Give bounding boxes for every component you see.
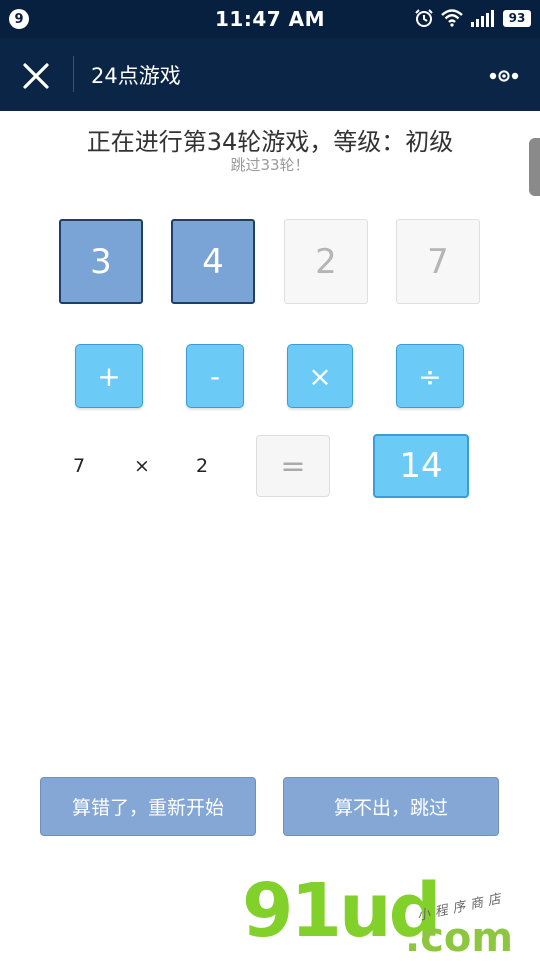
status-bar: 9 11:47 AM 93 xyxy=(0,0,540,38)
restart-button[interactable]: 算错了，重新开始 xyxy=(40,777,256,836)
operator-divide-button[interactable]: ÷ xyxy=(396,344,464,408)
page-title: 24点游戏 xyxy=(91,64,181,88)
operator-plus-button[interactable]: + xyxy=(75,344,143,408)
close-button[interactable] xyxy=(18,58,54,94)
close-icon xyxy=(23,63,49,89)
watermark: 91ud 小程序商店 .com xyxy=(240,874,540,961)
more-button[interactable] xyxy=(488,64,520,88)
operator-multiply-button[interactable]: × xyxy=(287,344,353,408)
wifi-icon xyxy=(441,9,463,27)
signal-icon xyxy=(471,10,494,27)
battery-icon: 93 xyxy=(503,9,531,27)
watermark-domain: .com xyxy=(405,915,514,961)
number-card[interactable]: 7 xyxy=(396,219,480,304)
expression-left: 7 xyxy=(73,455,86,477)
number-card[interactable]: 4 xyxy=(171,219,255,304)
alarm-icon xyxy=(415,9,433,27)
game-title: 正在进行第34轮游戏，等级：初级 xyxy=(86,128,454,156)
skip-button[interactable]: 算不出，跳过 xyxy=(283,777,499,836)
skip-count-text: 跳过33轮！ xyxy=(230,156,310,174)
expression-operator: × xyxy=(134,455,150,477)
number-card[interactable]: 2 xyxy=(284,219,368,304)
more-icon xyxy=(489,70,519,82)
side-handle[interactable] xyxy=(529,138,540,196)
nav-divider xyxy=(73,56,74,92)
result-card[interactable]: 14 xyxy=(373,434,469,498)
operator-minus-button[interactable]: - xyxy=(186,344,244,408)
equals-button[interactable]: = xyxy=(256,435,330,497)
status-icons: 93 xyxy=(414,8,531,28)
number-card[interactable]: 3 xyxy=(59,219,143,304)
expression-right: 2 xyxy=(196,455,209,477)
nav-bar: 24点游戏 xyxy=(0,38,540,111)
